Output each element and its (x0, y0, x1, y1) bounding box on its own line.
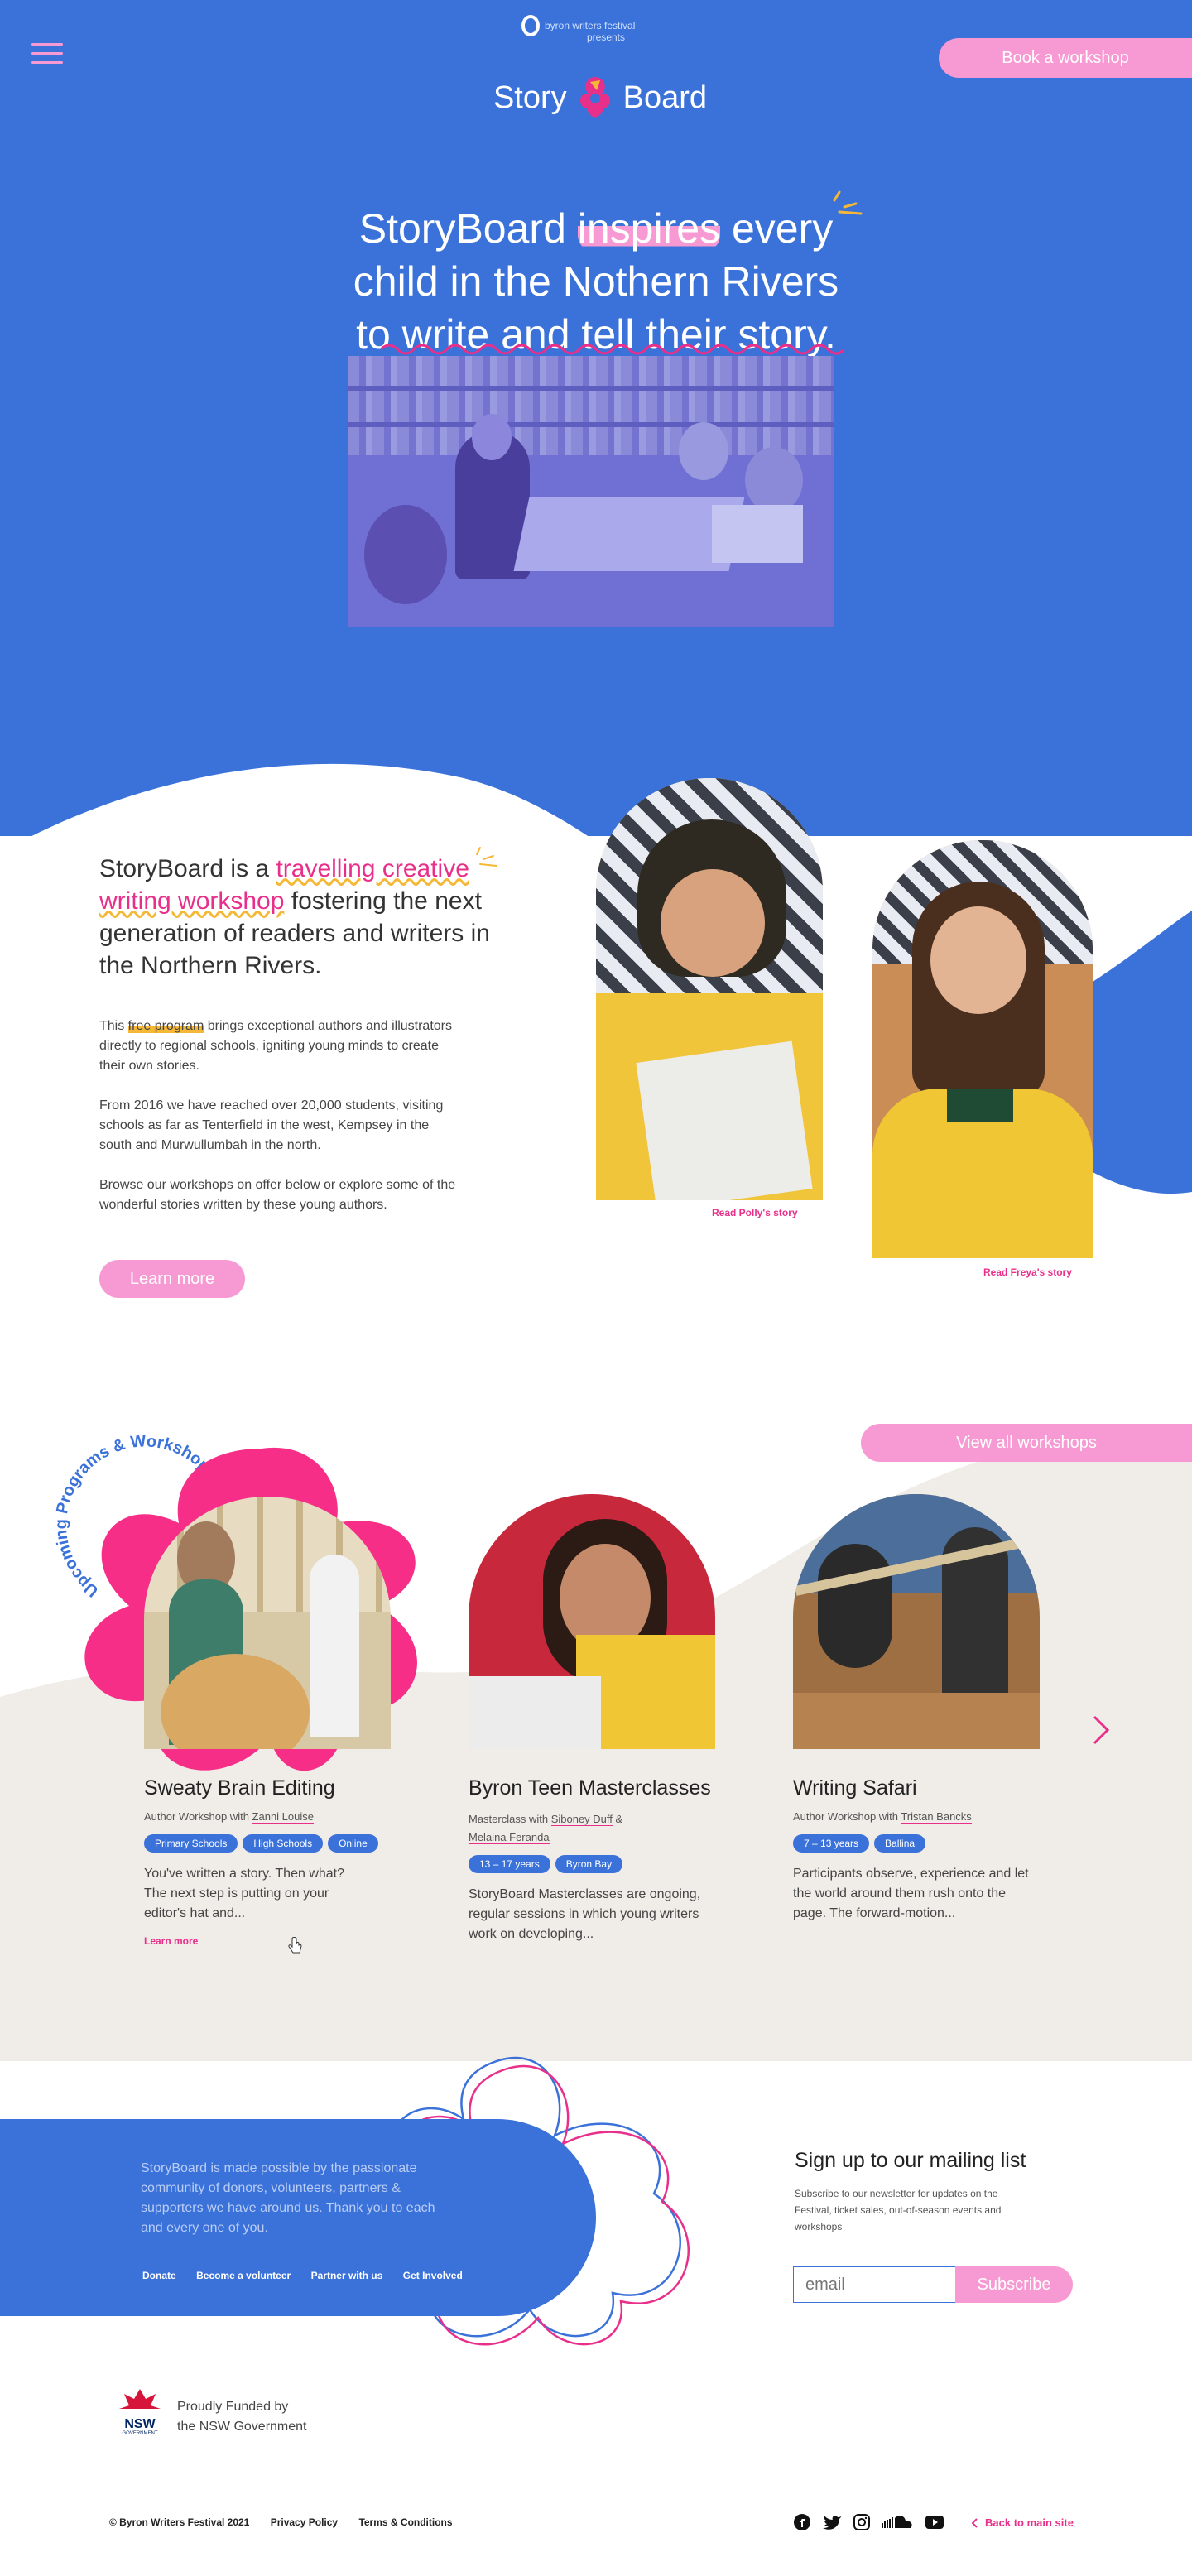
chevron-right-icon[interactable] (1089, 1713, 1113, 1747)
about-body: This free program brings exceptional aut… (99, 1016, 464, 1215)
sparkle-icon-small (476, 847, 497, 867)
nsw-wordmark: NSW (124, 2417, 156, 2431)
workshop-title: Sweaty Brain Editing (144, 1776, 335, 1800)
workshop-type: Author Workshop with Zanni Louise (144, 1810, 314, 1824)
tag-badge: Primary Schools (144, 1834, 238, 1853)
about-paragraph-1: This free program brings exceptional aut… (99, 1019, 452, 1073)
facebook-icon[interactable] (793, 2513, 811, 2531)
mailing-title: Sign up to our mailing list (795, 2149, 1026, 2172)
twitter-icon[interactable] (823, 2513, 841, 2531)
privacy-link[interactable]: Privacy Policy (271, 2516, 338, 2528)
footer-left: © Byron Writers Festival 2021 Privacy Po… (109, 2516, 453, 2528)
workshop-card-3[interactable]: Writing Safari Author Workshop with Tris… (793, 1776, 1058, 1924)
tag-badge: Ballina (874, 1834, 926, 1853)
author-link[interactable]: Siboney Duff (550, 1813, 613, 1826)
workshop-card-2[interactable]: Byron Teen Masterclasses Masterclass wit… (469, 1776, 733, 1944)
youtube-icon[interactable] (925, 2513, 944, 2531)
workshop-image-1[interactable] (144, 1497, 391, 1749)
workshop-card-1[interactable]: Sweaty Brain Editing Author Workshop wit… (144, 1776, 409, 1947)
subscribe-button[interactable]: Subscribe (955, 2266, 1073, 2303)
support-links: Donate Become a volunteer Partner with u… (142, 2268, 479, 2283)
about-paragraph-3: Browse our workshops on offer below or e… (99, 1178, 456, 1212)
get-involved-link[interactable]: Get Involved (403, 2270, 463, 2281)
chevron-left-icon (971, 2517, 978, 2528)
partner-link[interactable]: Partner with us (311, 2270, 383, 2281)
waratah-icon (119, 2389, 161, 2409)
workshop-description: Participants observe, experience and let… (793, 1867, 1029, 1920)
workshop-learn-more-link[interactable]: Learn more (144, 1935, 409, 1947)
polly-photo[interactable] (596, 778, 823, 1200)
volunteer-link[interactable]: Become a volunteer (196, 2270, 291, 2281)
workshop-tags: 13 – 17 years Byron Bay (469, 1855, 733, 1873)
social-icons (793, 2513, 955, 2531)
nsw-logo[interactable]: NSW GOVERNMENT (118, 2387, 162, 2440)
workshop-description: StoryBoard Masterclasses are ongoing, re… (469, 1887, 701, 1941)
workshop-image-2[interactable] (469, 1494, 715, 1749)
email-input[interactable] (793, 2266, 957, 2303)
instagram-icon[interactable] (853, 2513, 871, 2531)
workshop-title: Writing Safari (793, 1776, 917, 1800)
copyright-text: © Byron Writers Festival 2021 (109, 2516, 250, 2528)
support-text: StoryBoard is made possible by the passi… (141, 2161, 435, 2235)
mailing-description: Subscribe to our newsletter for updates … (795, 2188, 1002, 2232)
soundcloud-icon[interactable] (882, 2513, 914, 2531)
about-heading: StoryBoard is a travelling creative writ… (99, 855, 490, 979)
workshop-title: Byron Teen Masterclasses (469, 1776, 711, 1800)
tag-badge: Online (328, 1834, 378, 1853)
workshop-type: Author Workshop with Tristan Bancks (793, 1810, 972, 1824)
tag-badge: Byron Bay (555, 1855, 623, 1873)
cursor-hand-icon (288, 1937, 302, 1954)
author-link[interactable]: Melaina Feranda (469, 1831, 550, 1844)
funding-text: Proudly Funded by the NSW Government (177, 2400, 307, 2434)
freya-photo[interactable] (872, 840, 1093, 1258)
workshop-tags: 7 – 13 years Ballina (793, 1834, 1058, 1853)
terms-link[interactable]: Terms & Conditions (358, 2516, 452, 2528)
freya-story-link[interactable]: Read Freya's story (983, 1266, 1072, 1278)
donate-link[interactable]: Donate (142, 2270, 176, 2281)
tag-badge: High Schools (243, 1834, 324, 1853)
workshop-description: You've written a story. Then what? The n… (144, 1867, 345, 1920)
workshop-type: Masterclass with Siboney Duff & Melaina F… (469, 1813, 623, 1844)
back-to-main-link[interactable]: Back to main site (970, 2516, 1074, 2529)
author-link[interactable]: Tristan Bancks (901, 1810, 972, 1824)
tag-badge: 13 – 17 years (469, 1855, 550, 1873)
workshop-image-3[interactable] (793, 1494, 1040, 1749)
tag-badge: 7 – 13 years (793, 1834, 870, 1853)
polly-story-link[interactable]: Read Polly's story (712, 1207, 798, 1218)
view-all-workshops-button[interactable]: View all workshops (861, 1424, 1192, 1462)
nsw-government-label: GOVERNMENT (122, 2431, 158, 2436)
author-link[interactable]: Zanni Louise (252, 1810, 314, 1824)
workshop-tags: Primary Schools High Schools Online (144, 1834, 409, 1853)
learn-more-button[interactable]: Learn more (99, 1260, 245, 1298)
about-paragraph-2: From 2016 we have reached over 20,000 st… (99, 1098, 444, 1152)
